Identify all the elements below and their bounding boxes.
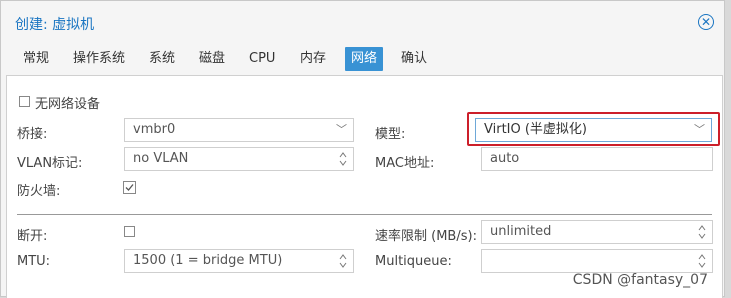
spinner-icon[interactable] [698,224,706,240]
multiqueue-label: Multiqueue: [375,254,452,269]
tab-system[interactable]: 系统 [143,47,181,71]
spinner-icon[interactable] [339,151,347,167]
mtu-stepper[interactable]: 1500 (1 = bridge MTU) [124,249,354,273]
model-label: 模型: [375,127,406,142]
spinner-icon[interactable] [339,253,347,269]
no-network-label: 无网络设备 [35,97,101,112]
tab-general[interactable]: 常规 [17,47,55,71]
firewall-label: 防火墙: [17,184,61,199]
disconnect-checkbox[interactable] [124,226,135,237]
mac-label: MAC地址: [375,156,435,171]
vlan-value: no VLAN [133,151,189,166]
multiqueue-stepper[interactable] [481,249,713,273]
tab-memory[interactable]: 内存 [294,47,332,71]
mtu-label: MTU: [17,254,51,269]
highlight-box [467,112,720,146]
rate-limit-value: unlimited [490,224,552,239]
wizard-tabs: 常规 操作系统 系统 磁盘 CPU 内存 网络 确认 [1,45,724,75]
section-divider [17,214,712,215]
disconnect-label: 断开: [17,229,48,244]
no-network-checkbox[interactable] [19,96,30,107]
rate-limit-stepper[interactable]: unlimited [481,220,713,244]
tab-cpu[interactable]: CPU [243,47,281,71]
vlan-stepper[interactable]: no VLAN [124,147,354,171]
bridge-value: vmbr0 [133,122,176,137]
mac-field[interactable]: auto [481,147,713,171]
dialog-titlebar: 创建: 虚拟机 ✕ [1,1,724,43]
network-panel: 无网络设备 桥接: vmbr0 ﹀ VLAN标记: no VLAN 防火墙: 模… [6,75,723,298]
mac-value: auto [490,151,520,166]
bridge-label: 桥接: [17,127,48,142]
create-vm-dialog: 创建: 虚拟机 ✕ 常规 操作系统 系统 磁盘 CPU 内存 网络 确认 无网络… [0,0,725,298]
vlan-label: VLAN标记: [17,156,83,171]
spinner-icon[interactable] [698,253,706,269]
watermark: CSDN @fantasy_07 [572,272,708,288]
dialog-title: 创建: 虚拟机 [15,17,95,33]
tab-network[interactable]: 网络 [345,47,384,71]
tab-confirm[interactable]: 确认 [395,47,433,71]
tab-os[interactable]: 操作系统 [67,47,131,71]
bridge-select[interactable]: vmbr0 ﹀ [124,118,354,142]
mtu-value: 1500 (1 = bridge MTU) [133,253,283,268]
chevron-down-icon[interactable]: ﹀ [336,119,347,141]
close-icon[interactable]: ✕ [698,14,714,30]
rate-limit-label: 速率限制 (MB/s): [375,229,477,244]
tab-disk[interactable]: 磁盘 [193,47,231,71]
firewall-checkbox[interactable] [123,181,136,194]
